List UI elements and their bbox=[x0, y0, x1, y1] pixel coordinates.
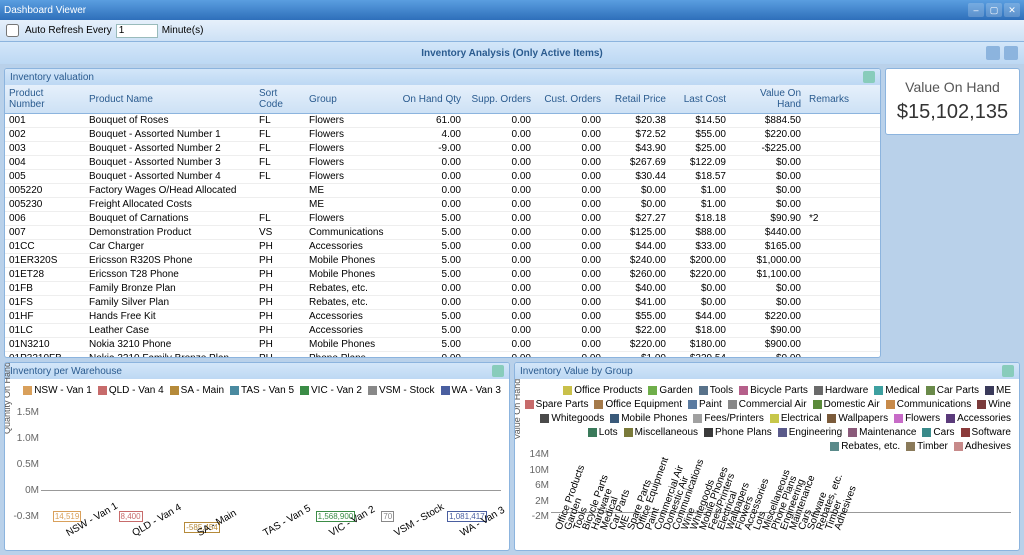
column-header[interactable]: Sort Code bbox=[255, 85, 305, 114]
table-row[interactable]: 001Bouquet of RosesFLFlowers61.000.000.0… bbox=[5, 114, 880, 128]
column-header[interactable]: Value On Hand bbox=[730, 85, 805, 114]
group-chart: Office ProductsGardenToolsBicycle PartsH… bbox=[515, 379, 1019, 550]
refresh-unit-label: Minute(s) bbox=[162, 25, 204, 36]
toolbar: Auto Refresh Every Minute(s) bbox=[0, 20, 1024, 42]
column-header[interactable]: Remarks bbox=[805, 85, 880, 114]
table-row[interactable]: 005Bouquet - Assorted Number 4FLFlowers0… bbox=[5, 170, 880, 184]
column-header[interactable]: Supp. Orders bbox=[465, 85, 535, 114]
refresh-interval-input[interactable] bbox=[116, 24, 158, 38]
table-row[interactable]: 01P3210FB - KitNokia 3210 Family Bronze … bbox=[5, 352, 880, 358]
column-header[interactable]: On Hand Qty bbox=[395, 85, 465, 114]
auto-refresh-checkbox[interactable] bbox=[6, 24, 19, 37]
y-axis-label: Quantity On Hand bbox=[4, 362, 12, 433]
table-row[interactable]: 003Bouquet - Assorted Number 2FLFlowers-… bbox=[5, 142, 880, 156]
inventory-per-warehouse-panel: Inventory per Warehouse NSW - Van 1QLD -… bbox=[4, 362, 510, 551]
column-header[interactable]: Group bbox=[305, 85, 395, 114]
panel-title: Inventory per Warehouse bbox=[10, 366, 122, 377]
table-row[interactable]: 01CCCar ChargerPHAccessories5.000.000.00… bbox=[5, 240, 880, 254]
report-icon[interactable] bbox=[986, 46, 1000, 60]
voh-value: $15,102,135 bbox=[896, 101, 1009, 124]
close-button[interactable]: ✕ bbox=[1004, 3, 1020, 17]
table-row[interactable]: 01FBFamily Bronze PlanPHRebates, etc.0.0… bbox=[5, 282, 880, 296]
table-row[interactable]: 01LCLeather CasePHAccessories5.000.000.0… bbox=[5, 324, 880, 338]
panel-export-icon[interactable] bbox=[863, 71, 875, 83]
table-row[interactable]: 01ER320SEricsson R320S PhonePHMobile Pho… bbox=[5, 254, 880, 268]
inventory-grid[interactable]: Product NumberProduct NameSort CodeGroup… bbox=[5, 85, 880, 357]
column-header[interactable]: Last Cost bbox=[670, 85, 730, 114]
table-row[interactable]: 004Bouquet - Assorted Number 3FLFlowers0… bbox=[5, 156, 880, 170]
voh-label: Value On Hand bbox=[896, 79, 1009, 95]
panel-title: Inventory Value by Group bbox=[520, 366, 633, 377]
export-icon[interactable] bbox=[1004, 46, 1018, 60]
panel-export-icon[interactable] bbox=[1002, 365, 1014, 377]
table-row[interactable]: 002Bouquet - Assorted Number 1FLFlowers4… bbox=[5, 128, 880, 142]
value-on-hand-card: Value On Hand $15,102,135 bbox=[885, 68, 1020, 135]
page-title: Inventory Analysis (Only Active Items) bbox=[421, 48, 603, 59]
minimize-button[interactable]: – bbox=[968, 3, 984, 17]
table-row[interactable]: 01N3210Nokia 3210 PhonePHMobile Phones5.… bbox=[5, 338, 880, 352]
table-row[interactable]: 01ET28Ericsson T28 PhonePHMobile Phones5… bbox=[5, 268, 880, 282]
window-controls: – ▢ ✕ bbox=[968, 3, 1020, 17]
column-header[interactable]: Product Name bbox=[85, 85, 255, 114]
app-title: Dashboard Viewer bbox=[4, 5, 86, 16]
column-header[interactable]: Retail Price bbox=[605, 85, 670, 114]
column-header[interactable]: Product Number bbox=[5, 85, 85, 114]
column-header[interactable]: Cust. Orders bbox=[535, 85, 605, 114]
page-title-bar: Inventory Analysis (Only Active Items) bbox=[0, 42, 1024, 64]
window-titlebar: Dashboard Viewer – ▢ ✕ bbox=[0, 0, 1024, 20]
inventory-value-by-group-panel: Inventory Value by Group Office Products… bbox=[514, 362, 1020, 551]
table-row[interactable]: 007Demonstration ProductVSCommunications… bbox=[5, 226, 880, 240]
panel-export-icon[interactable] bbox=[492, 365, 504, 377]
table-row[interactable]: 005220Factory Wages O/Head AllocatedME0.… bbox=[5, 184, 880, 198]
maximize-button[interactable]: ▢ bbox=[986, 3, 1002, 17]
table-row[interactable]: 005230Freight Allocated CostsME0.000.000… bbox=[5, 198, 880, 212]
warehouse-chart: NSW - Van 1QLD - Van 4SA - MainTAS - Van… bbox=[5, 379, 509, 550]
panel-title: Inventory valuation bbox=[10, 72, 94, 83]
auto-refresh-label: Auto Refresh Every bbox=[25, 25, 112, 36]
inventory-valuation-panel: Inventory valuation Product NumberProduc… bbox=[4, 68, 881, 358]
table-row[interactable]: 006Bouquet of CarnationsFLFlowers5.000.0… bbox=[5, 212, 880, 226]
table-row[interactable]: 01HFHands Free KitPHAccessories5.000.000… bbox=[5, 310, 880, 324]
table-row[interactable]: 01FSFamily Silver PlanPHRebates, etc.0.0… bbox=[5, 296, 880, 310]
y-axis-label: Value On Hand bbox=[514, 378, 522, 439]
